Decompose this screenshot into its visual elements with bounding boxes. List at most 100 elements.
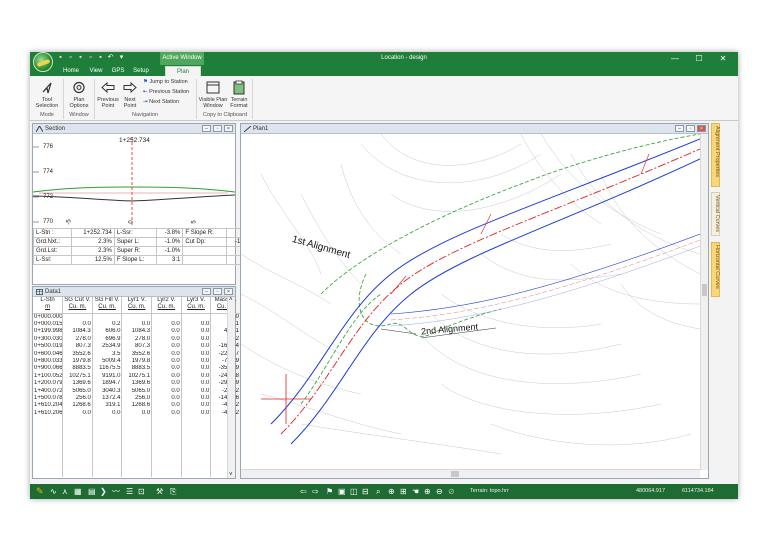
clipboard-tool-icon[interactable]: ⎘ (170, 487, 179, 496)
tool-selection-button[interactable]: Tool Selection (33, 80, 61, 109)
panel-close-button[interactable]: × (224, 288, 233, 295)
tab-gps[interactable]: GPS (110, 66, 126, 76)
zoom-icon[interactable]: ⌕ (376, 487, 385, 496)
table-cell: 319.1 (92, 402, 123, 410)
column-header[interactable]: SG Fill V. Cu. m. (92, 297, 123, 314)
plan-options-button[interactable]: Plan Options (66, 80, 92, 109)
zoom-window-icon[interactable]: ⊕ (388, 487, 397, 496)
pencil-tool-icon[interactable]: ✎ (36, 487, 45, 496)
table-cell (33, 417, 64, 478)
section-plot[interactable]: 1+252.734 776 774 772 770 -5 0 5 (33, 134, 235, 228)
zoom-previous-icon[interactable]: ⊘ (448, 487, 457, 496)
next-point-button[interactable]: Next Point (120, 80, 140, 109)
tab-plan[interactable]: Plan (165, 66, 201, 76)
panel-minimize-button[interactable]: – (202, 125, 211, 132)
list-tool-icon[interactable]: ☰ (126, 487, 135, 496)
visible-plan-window-button[interactable]: Visible Plan Window (198, 80, 228, 109)
panel-minimize-button[interactable]: – (675, 125, 684, 132)
table-row[interactable]: 1+200.0791369.61894.71369.60.00.0-2980.9 (33, 380, 241, 388)
panel-close-button[interactable]: × (224, 125, 233, 132)
previous-station-button[interactable]: ⇤ Previous Station (143, 89, 189, 95)
split-view-icon[interactable]: ◫ (350, 487, 359, 496)
next-station-button[interactable]: ⇥ Next Station (143, 99, 179, 105)
tab-view[interactable]: View (86, 66, 106, 76)
wave-tool-icon[interactable]: 〰 (112, 487, 121, 496)
column-header-unit: Cu. m. (98, 304, 116, 310)
maximize-button[interactable]: ☐ (690, 52, 708, 65)
table-row[interactable]: 0+900.0668883.511675.58883.50.00.0-3540.… (33, 365, 241, 373)
side-tab-vertical-curves[interactable]: Vertical Curves (711, 192, 720, 236)
curve-tool-icon[interactable]: ∿ (50, 487, 59, 496)
plan-canvas[interactable]: 1st Alignment 2nd Alignment (241, 134, 700, 470)
layers-icon[interactable]: ▣ (338, 487, 347, 496)
tab-setup[interactable]: Setup (130, 66, 152, 76)
window-frame-icon (206, 81, 220, 94)
panel-restore-button[interactable]: ▫ (213, 125, 222, 132)
plan-vscroll-thumb[interactable] (702, 284, 707, 296)
panel-restore-button[interactable]: ▫ (213, 288, 222, 295)
table-row[interactable]: 0+199.9981084.3606.01084.30.00.0478.1 (33, 328, 241, 336)
scroll-down-icon[interactable]: ˅ (229, 472, 233, 478)
visible-plan-window-label: Visible Plan Window (198, 97, 228, 109)
column-header[interactable]: Lyr3 V. Cu. m. (181, 297, 212, 314)
section-info-label (182, 246, 227, 256)
panel-restore-button[interactable]: ▫ (686, 125, 695, 132)
table-row[interactable]: 1+100.05210275.19191.010275.10.00.0-2455… (33, 372, 241, 381)
grid-tool-icon[interactable]: ▦ (74, 487, 83, 496)
column-header[interactable]: Lyr2 V. Cu. m. (151, 297, 182, 314)
zoom-extents-icon[interactable]: ⊞ (400, 487, 409, 496)
table-cell: 0.0 (151, 328, 182, 336)
terrain-format-button[interactable]: Terrain Format (228, 80, 250, 109)
column-header[interactable]: L-Stn m (33, 297, 64, 314)
table-row[interactable]: 1+400.0725065.03040.35065.00.00.0-286.2 (33, 387, 241, 395)
plan-drawing (241, 134, 700, 455)
bend-tool-icon[interactable]: ❯ (100, 487, 109, 496)
plan-vertical-scrollbar[interactable] (700, 134, 708, 470)
table-row[interactable]: 0+600.0463552.63.53552.60.00.0-2280.7 (33, 350, 241, 358)
section-tool-icon[interactable]: ⋏ (62, 487, 71, 496)
table-row[interactable]: 1+610.2060.00.00.00.00.0-453.2 (33, 409, 241, 418)
minimize-button[interactable]: — (666, 52, 684, 65)
table-row[interactable]: 0+000.0150.00.20.00.00.0-0.1 (33, 320, 241, 329)
table-row[interactable]: 1+610.2041268.6319.11268.60.00.0-453.2 (33, 402, 241, 410)
section-info-value: 2.3% (70, 246, 115, 256)
table-row[interactable]: 0+000.000 0.0 (33, 313, 241, 321)
pan-hand-icon[interactable]: ☚ (412, 487, 421, 496)
previous-point-button[interactable]: Previous Point (97, 80, 119, 109)
zoom-out-icon[interactable]: ⊖ (436, 487, 445, 496)
table-row[interactable]: 0+800.0331979.85009.41979.80.00.0-748.9 (33, 357, 241, 366)
column-header[interactable]: Mass H. Cu. m. (210, 297, 241, 314)
jump-to-station-button[interactable]: ⚑ Jump to Station (143, 79, 188, 85)
side-tab-horizontal-curves[interactable]: Horizontal Curves (711, 242, 720, 297)
app-logo-icon[interactable] (33, 52, 53, 72)
table-cell: -2455.8 (210, 372, 241, 381)
side-tab-alignment-properties[interactable]: Alignment Properties (711, 123, 720, 187)
select-tool-icon[interactable]: ⊡ (138, 487, 147, 496)
nav-left-icon[interactable]: ⇦ (300, 487, 309, 496)
table-row[interactable]: 0+500.019807.32534.9807.30.00.0-1668.4 (33, 343, 241, 351)
table-cell: 0.0 (181, 387, 212, 395)
close-button[interactable]: ✕ (714, 52, 732, 65)
column-header[interactable]: SG Cut V. Cu. m. (62, 297, 93, 314)
data-vertical-scrollbar[interactable]: ˄ ˅ (227, 297, 235, 478)
panel-minimize-button[interactable]: – (202, 288, 211, 295)
section-info-grid: L-Stn :1+252.734L-Ssr:-3.8%F Slope R:3:1… (33, 228, 255, 265)
table-cell: 0.0 (181, 409, 212, 418)
plan-horizontal-scrollbar[interactable] (241, 469, 700, 478)
app-window: ▪ ▫ ▪ ▫ ▪ ↶ ▾ Active Window Location - d… (30, 52, 738, 499)
tab-home[interactable]: Home (60, 66, 82, 76)
split-horizontal-icon[interactable]: ⊟ (362, 487, 371, 496)
panel-close-button[interactable]: × (697, 125, 706, 132)
flag-icon[interactable]: ⚑ (326, 487, 335, 496)
nav-right-icon[interactable]: ⇨ (312, 487, 321, 496)
measure-tool-icon[interactable]: ⚒ (156, 487, 165, 496)
table-row[interactable]: 1+500.078256.01372.4256.00.00.0-1492.6 (33, 394, 241, 403)
scroll-up-icon[interactable]: ˄ (229, 297, 233, 303)
zoom-in-icon[interactable]: ⊕ (424, 487, 433, 496)
column-header-name: Lyr2 V. (157, 297, 176, 303)
layout-tool-icon[interactable]: ▤ (88, 487, 97, 496)
previous-point-label: Previous Point (97, 97, 119, 109)
plan-hscroll-thumb[interactable] (451, 471, 459, 477)
column-header[interactable]: Lyr1 V. Cu. m. (121, 297, 153, 314)
table-row[interactable]: 0+300.030278.0696.9278.00.00.069.2 (33, 335, 241, 344)
